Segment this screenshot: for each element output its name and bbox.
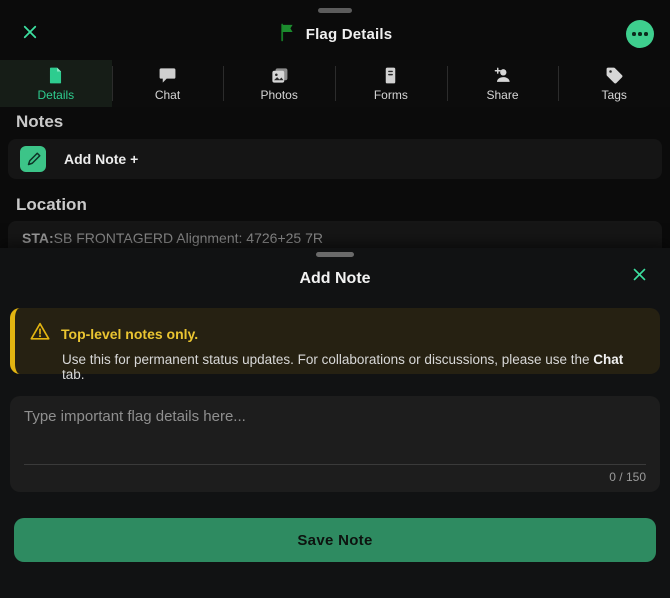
notes-section-heading: Notes: [16, 112, 63, 132]
warning-title: Top-level notes only.: [61, 326, 198, 342]
person-add-icon: [493, 66, 512, 85]
tab-chat[interactable]: Chat: [112, 60, 224, 107]
note-input-container: 0 / 150: [10, 396, 660, 492]
add-note-sheet: Add Note Top-level notes only. Use this …: [0, 248, 670, 598]
tag-icon: [605, 66, 624, 85]
add-note-row[interactable]: Add Note +: [8, 139, 662, 179]
close-icon: [631, 266, 648, 288]
sheet-header: Add Note: [0, 266, 670, 292]
warning-icon: [29, 320, 51, 347]
document-icon: [46, 66, 65, 85]
header: Flag Details: [0, 16, 670, 52]
photos-icon: [270, 66, 289, 85]
ellipsis-icon: [632, 32, 648, 36]
close-button[interactable]: [16, 20, 44, 48]
tab-label: Tags: [602, 88, 627, 102]
header-title-group: Flag Details: [0, 22, 670, 47]
tab-label: Share: [487, 88, 519, 102]
save-note-button[interactable]: Save Note: [14, 518, 656, 562]
tab-label: Details: [37, 88, 74, 102]
warning-body-chat-ref: Chat: [593, 352, 623, 367]
tab-photos[interactable]: Photos: [223, 60, 335, 107]
form-document-icon: [381, 66, 400, 85]
sheet-close-button[interactable]: [626, 264, 652, 290]
location-section-heading: Location: [16, 195, 87, 215]
more-options-button[interactable]: [626, 20, 654, 48]
note-textarea[interactable]: [24, 408, 646, 462]
chat-bubble-icon: [158, 66, 177, 85]
warning-body: Use this for permanent status updates. F…: [62, 352, 644, 382]
station-label: STA:: [22, 230, 54, 246]
tab-label: Chat: [155, 88, 180, 102]
flag-icon: [278, 22, 298, 47]
sheet-drag-handle[interactable]: [316, 252, 354, 257]
warning-header: Top-level notes only.: [29, 320, 644, 347]
location-value: SB FRONTAGERD Alignment: 4726+25 7R: [54, 230, 323, 246]
tab-share[interactable]: Share: [447, 60, 559, 107]
tab-label: Forms: [374, 88, 408, 102]
tab-bar: Details Chat Photos Forms Share: [0, 60, 670, 107]
sheet-title: Add Note: [299, 270, 370, 288]
modal-drag-handle[interactable]: [318, 8, 352, 13]
warning-banner: Top-level notes only. Use this for perma…: [10, 308, 660, 374]
close-icon: [21, 23, 39, 46]
add-note-label: Add Note +: [64, 151, 138, 167]
tab-forms[interactable]: Forms: [335, 60, 447, 107]
input-divider: [24, 464, 646, 465]
tab-tags[interactable]: Tags: [558, 60, 670, 107]
edit-note-icon: [20, 146, 46, 172]
page-title: Flag Details: [306, 26, 393, 43]
tab-details[interactable]: Details: [0, 60, 112, 107]
flag-details-screen: Flag Details Details Chat Photos: [0, 0, 670, 598]
warning-body-tail: tab.: [62, 367, 85, 382]
warning-body-text: Use this for permanent status updates. F…: [62, 352, 593, 367]
character-counter: 0 / 150: [24, 470, 646, 484]
tab-label: Photos: [261, 88, 298, 102]
